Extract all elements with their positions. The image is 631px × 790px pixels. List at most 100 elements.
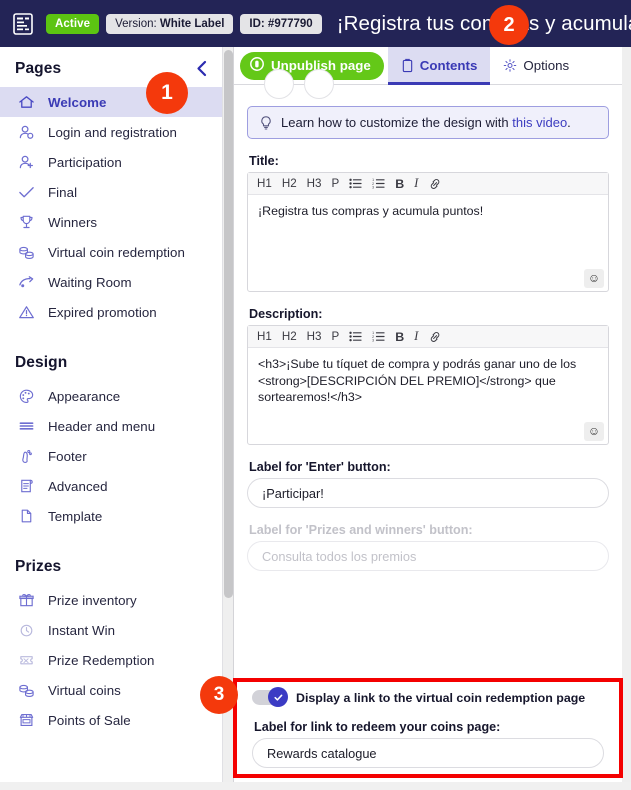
store-icon (18, 712, 48, 728)
h2-button[interactable]: H2 (277, 330, 302, 343)
app-root: Active Version: White Label ID: #977790 … (0, 0, 631, 790)
cut-circle-1[interactable] (264, 69, 294, 99)
paragraph-button[interactable]: P (326, 330, 344, 343)
coin-link-toggle-label: Display a link to the virtual coin redem… (296, 690, 586, 705)
sidebar-item-label: Prize inventory (48, 592, 137, 608)
ticket-icon[interactable] (0, 12, 46, 36)
sidebar-item-appearance[interactable]: Appearance (0, 381, 222, 411)
ticket-stub-icon (18, 652, 48, 668)
h3-button[interactable]: H3 (302, 330, 327, 343)
sidebar-item-label: Template (48, 508, 103, 524)
home-icon (18, 94, 48, 110)
link-icon[interactable] (423, 178, 447, 190)
cut-circle-2[interactable] (304, 69, 334, 99)
sidebar-item-participation[interactable]: Participation (0, 147, 222, 177)
gear-icon (503, 58, 517, 73)
description-editor-body[interactable]: <h3>¡Sube tu tíquet de compra y podrás g… (248, 348, 608, 444)
numbered-list-icon[interactable]: 123 (367, 178, 390, 189)
sidebar-item-prize-inventory[interactable]: Prize inventory (0, 585, 222, 615)
italic-button[interactable]: I (409, 176, 423, 191)
sidebar-item-label: Appearance (48, 388, 121, 404)
tab-contents[interactable]: Contents (387, 47, 491, 85)
sidebar-item-footer[interactable]: Footer (0, 441, 222, 471)
status-badge: Active (46, 13, 100, 34)
sidebar-item-points-of-sale[interactable]: Points of Sale (0, 705, 222, 735)
trophy-icon (18, 214, 48, 230)
description-editor-value: <h3>¡Sube tu tíquet de compra y podrás g… (258, 357, 577, 405)
bold-button[interactable]: B (390, 330, 409, 344)
sidebar-item-advanced[interactable]: Advanced (0, 471, 222, 501)
description-editor[interactable]: H1 H2 H3 P 123 B I <h3>¡Sube tu tíquet d… (247, 325, 609, 445)
sidebar-item-header-and-menu[interactable]: Header and menu (0, 411, 222, 441)
tip-text-suffix: . (567, 115, 571, 130)
emoji-icon[interactable]: ☺ (584, 269, 604, 288)
virtual-coin-link-section: Display a link to the virtual coin redem… (237, 682, 619, 768)
numbered-list-icon[interactable]: 123 (367, 331, 390, 342)
sidebar-item-expired-promotion[interactable]: Expired promotion (0, 297, 222, 327)
sidebar-section-pages-title: Pages (15, 60, 62, 77)
content-panel: Unpublish page Contents Options Learn ho… (234, 47, 622, 782)
enter-button-input[interactable]: ¡Participar! (247, 478, 609, 508)
scroll-document-icon (18, 478, 48, 494)
link-icon[interactable] (423, 331, 447, 343)
description-field-label: Description: (249, 307, 323, 321)
step-marker-2: 2 (489, 5, 529, 45)
tab-options[interactable]: Options (490, 47, 582, 85)
prizes-button-input[interactable]: Consulta todos los premios (247, 541, 609, 571)
palette-icon (18, 388, 48, 404)
display-coin-link-toggle[interactable] (252, 687, 288, 707)
sidebar-item-waiting-room[interactable]: Waiting Room (0, 267, 222, 297)
cut-off-circle-group (247, 69, 609, 102)
italic-button[interactable]: I (409, 329, 423, 344)
title-editor-body[interactable]: ¡Registra tus compras y acumula puntos! … (248, 195, 608, 291)
bold-button[interactable]: B (390, 177, 409, 191)
title-editor[interactable]: H1 H2 H3 P 123 B I ¡Registra tus compras… (247, 172, 609, 292)
gift-icon (18, 592, 48, 608)
sidebar-item-final[interactable]: Final (0, 177, 222, 207)
sidebar-item-login-and-registration[interactable]: Login and registration (0, 117, 222, 147)
title-field-label: Title: (249, 154, 279, 168)
coin-link-field-label: Label for link to redeem your coins page… (254, 720, 501, 734)
sidebar-item-label: Advanced (48, 478, 108, 494)
enter-button-label: Label for 'Enter' button: (249, 460, 391, 474)
emoji-icon[interactable]: ☺ (584, 422, 604, 441)
coin-link-input-value: Rewards catalogue (267, 745, 377, 761)
bulleted-list-icon[interactable] (344, 331, 367, 342)
tab-contents-label: Contents (419, 58, 478, 73)
sidebar-section-prizes-title: Prizes (15, 558, 62, 575)
h1-button[interactable]: H1 (252, 177, 277, 190)
coins-icon (18, 682, 48, 698)
sidebar: Pages Welcome Login and registration Par… (0, 47, 223, 782)
user-login-icon (18, 124, 48, 140)
sidebar-item-virtual-coins[interactable]: Virtual coins (0, 675, 222, 705)
sidebar-item-virtual-coin-redemption[interactable]: Virtual coin redemption (0, 237, 222, 267)
user-add-icon (18, 154, 48, 170)
chevron-left-icon[interactable] (195, 60, 208, 80)
version-value: White Label (159, 17, 225, 30)
version-prefix: Version: (115, 17, 160, 30)
coin-link-input[interactable]: Rewards catalogue (252, 738, 604, 768)
warning-triangle-icon (18, 304, 48, 320)
bulleted-list-icon[interactable] (344, 178, 367, 189)
sidebar-item-label: Waiting Room (48, 274, 132, 290)
coin-link-toggle-row[interactable]: Display a link to the virtual coin redem… (252, 687, 604, 707)
h2-button[interactable]: H2 (277, 177, 302, 190)
tip-link[interactable]: this video (512, 115, 567, 130)
sidebar-item-instant-win[interactable]: Instant Win (0, 615, 222, 645)
unpublish-icon (249, 56, 265, 75)
sidebar-item-welcome[interactable]: Welcome (0, 87, 222, 117)
bottom-edge (0, 782, 631, 790)
sidebar-scrollbar-thumb[interactable] (224, 50, 233, 598)
sidebar-item-prize-redemption[interactable]: Prize Redemption (0, 645, 222, 675)
check-icon (268, 687, 288, 707)
h3-button[interactable]: H3 (302, 177, 327, 190)
version-badge: Version: White Label (106, 13, 234, 34)
tip-banner: Learn how to customize the design with t… (247, 106, 609, 139)
h1-button[interactable]: H1 (252, 330, 277, 343)
panel-scrollbar-track[interactable] (622, 47, 631, 782)
sidebar-item-template[interactable]: Template (0, 501, 222, 531)
sidebar-item-winners[interactable]: Winners (0, 207, 222, 237)
paragraph-button[interactable]: P (326, 177, 344, 190)
clipboard-icon (401, 58, 414, 73)
